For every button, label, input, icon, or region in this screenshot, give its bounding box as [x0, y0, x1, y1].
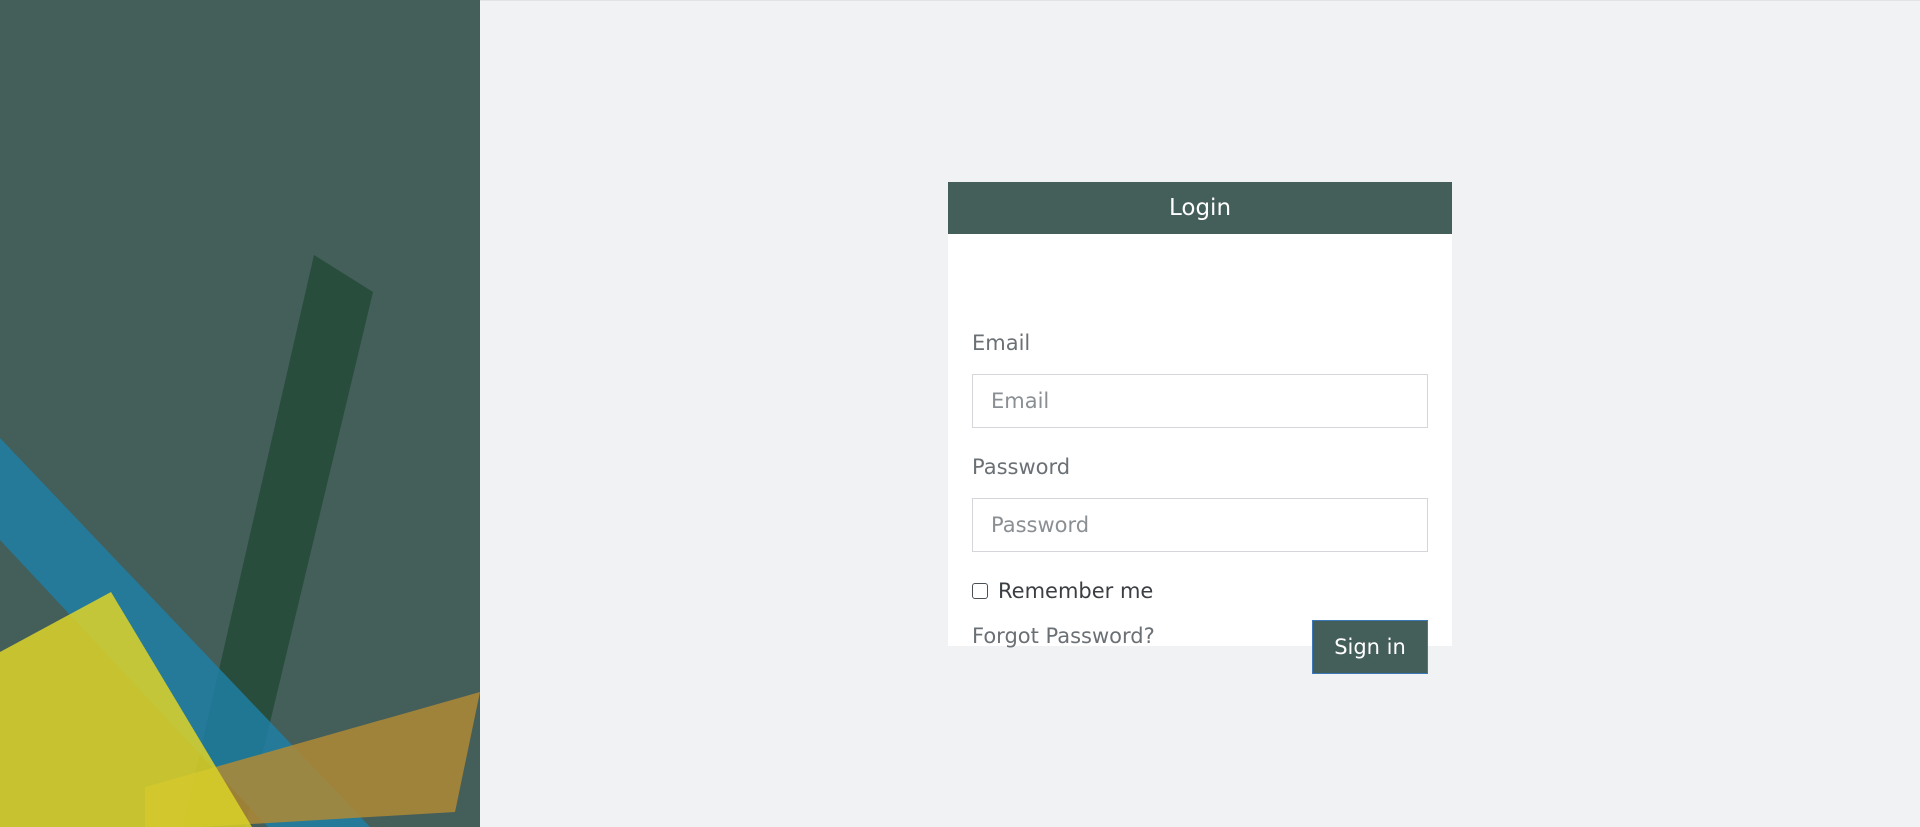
sign-in-button[interactable]: Sign in	[1312, 620, 1428, 674]
decorative-side-panel	[0, 0, 480, 827]
password-input[interactable]	[972, 498, 1428, 552]
remember-me-label[interactable]: Remember me	[998, 579, 1153, 603]
remember-me-row[interactable]: Remember me	[972, 579, 1153, 603]
email-label: Email	[972, 331, 1031, 355]
login-card: Login Email Password Remember me Forgot …	[948, 182, 1452, 674]
forgot-password-link[interactable]: Forgot Password?	[972, 624, 1155, 648]
password-label: Password	[972, 455, 1071, 479]
email-input[interactable]	[972, 374, 1428, 428]
login-card-header: Login	[948, 182, 1452, 234]
abstract-shapes-illustration	[0, 255, 480, 827]
remember-me-checkbox[interactable]	[972, 583, 988, 599]
